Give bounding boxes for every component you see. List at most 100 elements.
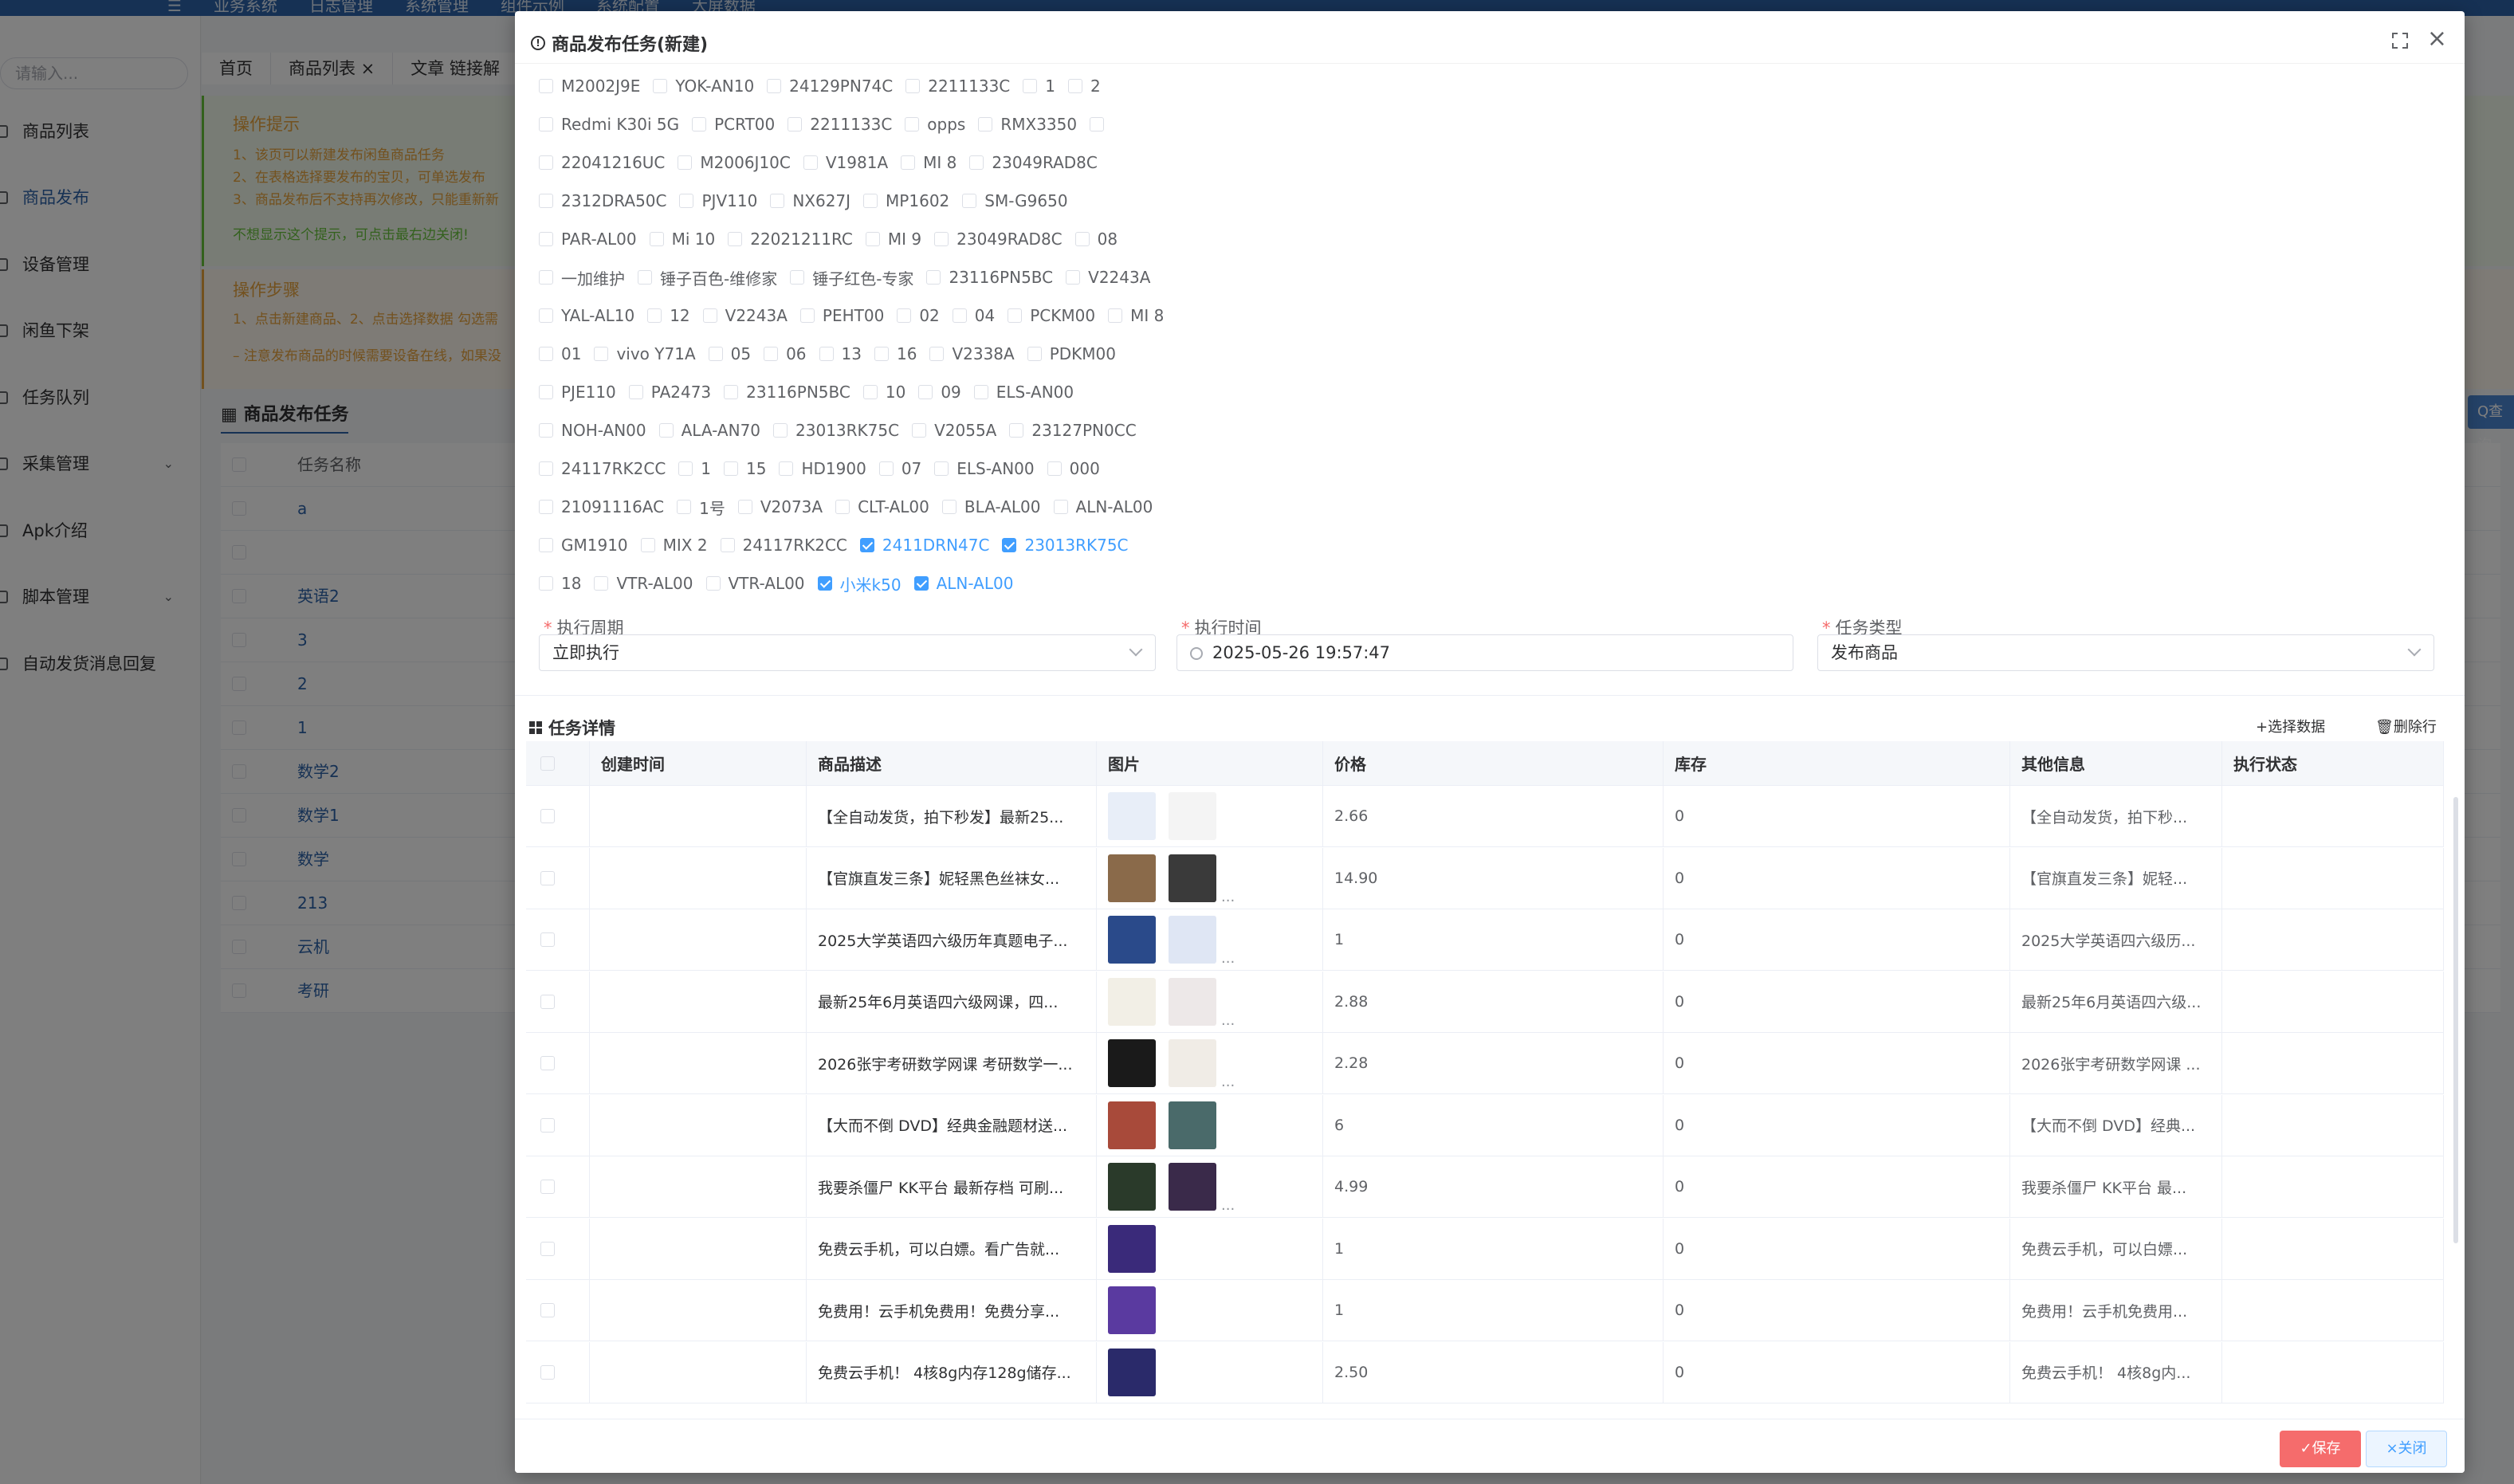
device-checkbox[interactable]: 2 — [1068, 77, 1101, 96]
device-checkbox[interactable]: 2211133C — [905, 77, 1010, 96]
checkbox-box[interactable] — [926, 270, 941, 285]
checkbox-box[interactable] — [678, 155, 693, 170]
device-checkbox[interactable]: 04 — [952, 306, 995, 325]
checkbox-box[interactable] — [728, 232, 743, 246]
checkbox-box[interactable] — [773, 423, 788, 438]
device-checkbox[interactable]: 1 — [1023, 77, 1055, 96]
checkbox-box[interactable] — [779, 461, 794, 476]
device-checkbox[interactable]: 2312DRA50C — [539, 191, 666, 210]
device-checkbox[interactable]: 22041216UC — [539, 153, 665, 172]
device-checkbox[interactable]: M2006J10C — [678, 153, 791, 172]
checkbox-box[interactable] — [905, 79, 921, 93]
device-checkbox[interactable]: ALN-AL00 — [913, 574, 1013, 593]
product-thumbnail[interactable] — [1108, 1348, 1156, 1396]
checkbox-box[interactable] — [658, 423, 674, 438]
checkbox-box[interactable] — [1027, 347, 1042, 361]
checkbox-box[interactable] — [901, 155, 916, 170]
device-checkbox[interactable]: 锤子红色-专家 — [790, 266, 913, 289]
checkbox-box[interactable] — [724, 385, 739, 399]
device-checkbox[interactable]: PA2473 — [628, 383, 711, 402]
checkbox-box[interactable] — [692, 117, 707, 132]
product-thumbnail[interactable] — [1108, 792, 1156, 840]
product-thumbnail[interactable] — [1169, 1039, 1216, 1087]
checkbox-box[interactable] — [1108, 308, 1123, 323]
checkbox-box[interactable] — [539, 423, 553, 438]
checkbox-box[interactable] — [764, 347, 779, 361]
checkbox-box[interactable] — [799, 308, 815, 323]
product-thumbnail[interactable] — [1108, 1163, 1156, 1211]
device-checkbox[interactable]: 05 — [708, 344, 751, 363]
device-checkbox[interactable]: ALA-AN70 — [658, 421, 760, 440]
device-checkbox[interactable]: MI 8 — [1108, 306, 1164, 325]
device-checkbox[interactable]: PEHT00 — [799, 306, 884, 325]
checkbox-box[interactable] — [819, 347, 834, 361]
table-row[interactable]: 【全自动发货，拍下秒发】最新25... 2.66 0 【全自动发货，拍下秒... — [526, 786, 2444, 847]
device-checkbox[interactable]: 1 — [678, 459, 711, 478]
checkbox-box[interactable] — [973, 385, 988, 399]
checkbox-box[interactable] — [679, 194, 694, 208]
select-data-button[interactable]: +选择数据 — [2256, 716, 2325, 736]
checkbox-box[interactable] — [978, 117, 993, 132]
device-checkbox[interactable]: 锤子百色-维修家 — [638, 266, 777, 289]
device-checkbox[interactable]: vivo Y71A — [594, 344, 696, 363]
device-checkbox[interactable]: NOH-AN00 — [539, 421, 646, 440]
table-row[interactable]: 免费用！云手机免费用！免费分享... 1 0 免费用！云手机免费用... — [526, 1280, 2444, 1341]
device-checkbox[interactable]: BLA-AL00 — [941, 497, 1041, 516]
checkbox-box[interactable] — [1023, 79, 1038, 93]
checkbox-box[interactable] — [969, 155, 984, 170]
device-checkbox[interactable]: 24117RK2CC — [539, 459, 666, 478]
device-checkbox[interactable]: MI 8 — [901, 153, 956, 172]
checkbox-box[interactable] — [865, 232, 880, 246]
checkbox-box[interactable] — [1047, 461, 1062, 476]
table-row[interactable]: 【官旗直发三条】妮轻黑色丝袜女...... 14.90 0 【官旗直发三条】妮轻... — [526, 847, 2444, 909]
product-thumbnail[interactable] — [1108, 1224, 1156, 1273]
device-checkbox[interactable]: 02 — [897, 306, 940, 325]
checkbox-box[interactable] — [1068, 79, 1083, 93]
table-row[interactable]: 免费云手机！ 4核8g内存128g储存... 2.50 0 免费云手机！ 4核8g内.… — [526, 1341, 2444, 1404]
device-checkbox[interactable]: Redmi K30i 5G — [539, 115, 679, 134]
fullscreen-icon[interactable] — [2391, 32, 2409, 49]
device-checkbox[interactable]: 07 — [878, 459, 921, 478]
table-row[interactable]: 【大而不倒 DVD】经典金融题材送... 6 0 【大而不倒 DVD】经典... — [526, 1094, 2444, 1156]
row-checkbox[interactable] — [540, 1364, 555, 1380]
checkbox-box[interactable] — [647, 308, 662, 323]
device-checkbox[interactable]: 09 — [918, 383, 961, 402]
device-checkbox[interactable]: PAR-AL00 — [539, 230, 637, 249]
checkbox-box[interactable] — [539, 194, 553, 208]
checkbox-box[interactable] — [539, 117, 553, 132]
device-checkbox[interactable]: V2073A — [737, 497, 823, 516]
device-checkbox[interactable]: 23013RK75C — [1002, 536, 1129, 555]
row-checkbox[interactable] — [540, 1180, 555, 1194]
product-thumbnail[interactable] — [1169, 854, 1216, 902]
product-thumbnail[interactable] — [1108, 1286, 1156, 1334]
checkbox-box[interactable] — [737, 500, 752, 514]
table-row[interactable]: 2026张宇考研数学网课 考研数学一...... 2.28 0 2026张宇考研数学网… — [526, 1033, 2444, 1094]
row-checkbox[interactable] — [540, 870, 555, 885]
product-thumbnail[interactable] — [1169, 977, 1216, 1026]
device-checkbox[interactable]: V2338A — [929, 344, 1015, 363]
row-checkbox[interactable] — [540, 1241, 555, 1256]
checkbox-box[interactable] — [539, 270, 553, 285]
delete-row-button[interactable]: 🗑删除行 — [2375, 716, 2437, 736]
product-thumbnail[interactable] — [1108, 977, 1156, 1026]
checkbox-box[interactable] — [962, 194, 977, 208]
checkbox-box[interactable] — [897, 308, 912, 323]
row-checkbox[interactable] — [540, 1303, 555, 1317]
device-checkbox[interactable]: 24117RK2CC — [720, 536, 847, 555]
checkbox-box[interactable] — [803, 155, 818, 170]
device-checkbox[interactable]: ALN-AL00 — [1053, 497, 1153, 516]
close-button[interactable]: ×关闭 — [2366, 1431, 2447, 1467]
time-picker[interactable]: 2025-05-26 19:57:47 — [1176, 634, 1793, 671]
type-select[interactable]: 发布商品 — [1817, 634, 2434, 671]
device-checkbox[interactable]: 23116PN5BC — [926, 268, 1053, 287]
device-checkbox[interactable]: 13 — [819, 344, 862, 363]
device-checkbox[interactable]: V2055A — [912, 421, 996, 440]
device-checkbox[interactable]: 23013RK75C — [773, 421, 899, 440]
table-row[interactable]: 最新25年6月英语四六级网课，四...... 2.88 0 最新25年6月英语四六级.… — [526, 971, 2444, 1033]
device-checkbox[interactable]: M2002J9E — [539, 77, 640, 96]
product-thumbnail[interactable] — [1169, 792, 1216, 840]
product-thumbnail[interactable] — [1108, 854, 1156, 902]
device-checkbox[interactable]: 一加维护 — [539, 266, 625, 289]
device-checkbox[interactable]: ELS-AN00 — [973, 383, 1074, 402]
device-checkbox[interactable]: RMX3350 — [978, 115, 1077, 134]
